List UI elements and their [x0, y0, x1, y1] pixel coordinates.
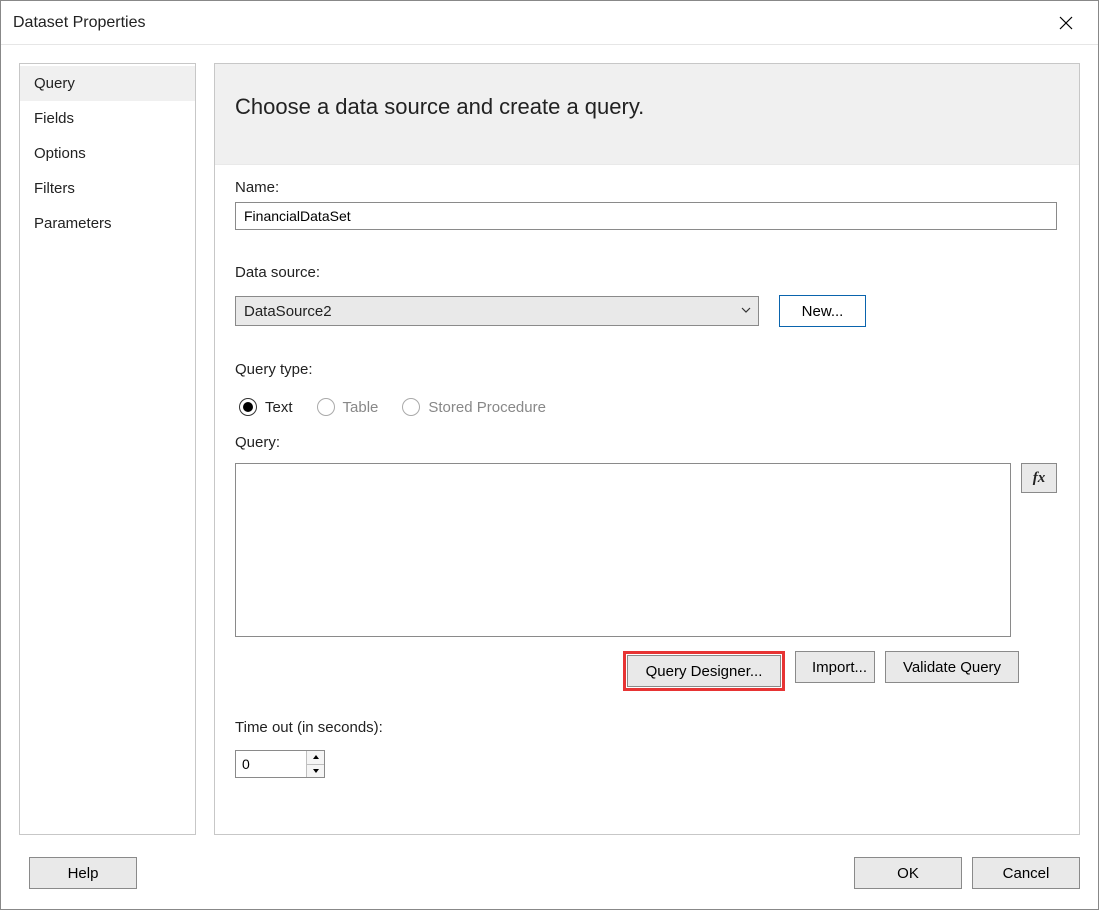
radio-table-label: Table — [343, 399, 379, 416]
dialog-title: Dataset Properties — [13, 14, 1046, 32]
cancel-button[interactable]: Cancel — [972, 857, 1080, 889]
import-button[interactable]: Import... — [795, 651, 875, 683]
dialog-body: Query Fields Options Filters Parameters … — [1, 45, 1098, 853]
chevron-up-icon — [312, 754, 320, 760]
sidebar-item-filters[interactable]: Filters — [20, 171, 195, 206]
main-panel: Choose a data source and create a query.… — [214, 63, 1080, 835]
close-button[interactable] — [1046, 3, 1086, 43]
name-label: Name: — [235, 179, 1059, 196]
querytype-label: Query type: — [235, 361, 1059, 378]
timeout-spinner — [235, 750, 325, 778]
chevron-down-icon — [739, 303, 753, 317]
timeout-up-button[interactable] — [307, 751, 324, 765]
fx-icon: fx — [1033, 470, 1046, 487]
radio-text[interactable]: Text — [239, 398, 293, 416]
name-input[interactable] — [235, 202, 1057, 230]
radio-circle-icon — [402, 398, 420, 416]
radio-sp-label: Stored Procedure — [428, 399, 546, 416]
ok-button[interactable]: OK — [854, 857, 962, 889]
chevron-down-icon — [312, 768, 320, 774]
query-label: Query: — [235, 434, 1059, 451]
querytype-radio-group: Text Table Stored Procedure — [235, 394, 1059, 416]
validate-query-button[interactable]: Validate Query — [885, 651, 1019, 683]
datasource-select[interactable]: DataSource2 — [235, 296, 759, 326]
sidebar-item-options[interactable]: Options — [20, 136, 195, 171]
dataset-properties-dialog: Dataset Properties Query Fields Options … — [0, 0, 1099, 910]
radio-text-label: Text — [265, 399, 293, 416]
timeout-label: Time out (in seconds): — [235, 719, 1059, 736]
dialog-footer: Help OK Cancel — [1, 853, 1098, 909]
query-buttons-row: Query Designer... Import... Validate Que… — [623, 651, 1059, 691]
radio-circle-icon — [239, 398, 257, 416]
close-icon — [1059, 16, 1073, 30]
radio-stored-procedure[interactable]: Stored Procedure — [402, 398, 546, 416]
sidebar-item-query[interactable]: Query — [20, 66, 195, 101]
panel-content: Name: Data source: DataSource2 New... Qu… — [215, 165, 1079, 834]
radio-circle-icon — [317, 398, 335, 416]
help-button[interactable]: Help — [29, 857, 137, 889]
sidebar-item-fields[interactable]: Fields — [20, 101, 195, 136]
datasource-value: DataSource2 — [244, 303, 332, 320]
query-textarea[interactable] — [235, 463, 1011, 637]
timeout-down-button[interactable] — [307, 765, 324, 778]
query-designer-button[interactable]: Query Designer... — [627, 655, 781, 687]
timeout-input[interactable] — [236, 754, 306, 774]
new-datasource-button[interactable]: New... — [779, 295, 866, 327]
datasource-label: Data source: — [235, 264, 1059, 281]
titlebar: Dataset Properties — [1, 1, 1098, 45]
sidebar: Query Fields Options Filters Parameters — [19, 63, 196, 835]
radio-table[interactable]: Table — [317, 398, 379, 416]
panel-heading: Choose a data source and create a query. — [215, 64, 1079, 165]
expression-button[interactable]: fx — [1021, 463, 1057, 493]
sidebar-item-parameters[interactable]: Parameters — [20, 206, 195, 241]
query-designer-highlight: Query Designer... — [623, 651, 785, 691]
